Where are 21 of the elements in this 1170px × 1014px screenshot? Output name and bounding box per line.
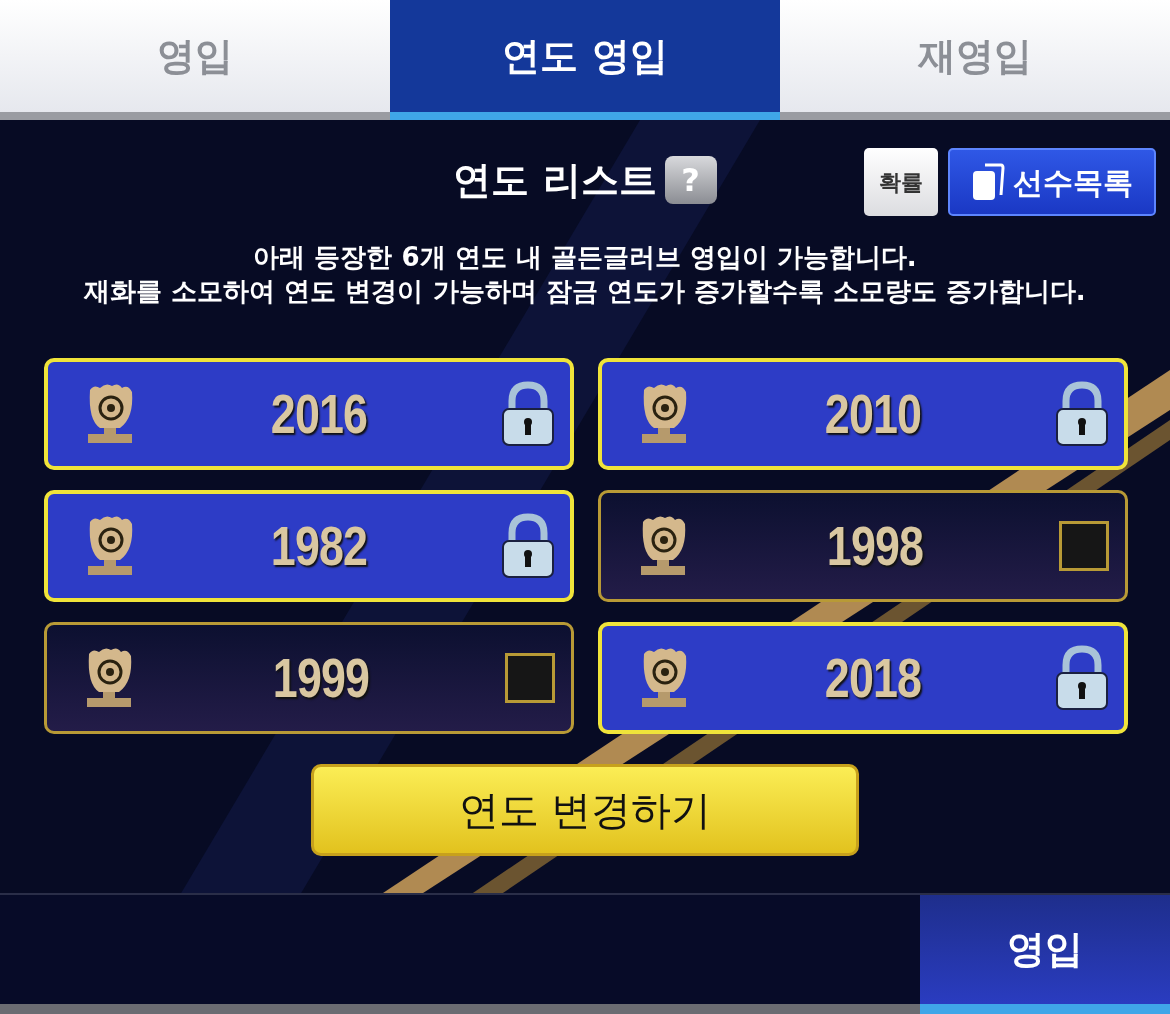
description-text: 아래 등장한 6개 연도 내 골든글러브 영입이 가능합니다. [252, 241, 918, 274]
lock-icon [500, 513, 556, 579]
year-label: 2018 [823, 645, 923, 711]
section-title: 연도 리스트 [453, 156, 657, 204]
probability-button[interactable]: 확률 [864, 148, 938, 216]
cards-icon [971, 162, 1005, 202]
checkbox[interactable] [1059, 521, 1109, 571]
tab[interactable]: 영입 [920, 895, 1170, 1014]
tab[interactable]: 연도 영입 [390, 0, 780, 120]
player-list-button[interactable]: 선수목록 [948, 148, 1156, 216]
year-label: 2016 [269, 381, 369, 447]
description-text: 재화를 소모하여 연도 변경이 가능하며 잠금 연도가 증가할수록 소모량도 증가합니다. [83, 275, 1087, 308]
checkbox[interactable] [505, 653, 555, 703]
year-label: 1982 [269, 513, 369, 579]
change-year-button[interactable]: 연도 변경하기 [311, 764, 859, 856]
year-label: 1999 [271, 645, 371, 711]
year-label: 2010 [823, 381, 923, 447]
year-label: 1998 [825, 513, 925, 579]
lock-icon [500, 381, 556, 447]
lock-icon [1054, 381, 1110, 447]
lock-icon [1054, 645, 1110, 711]
